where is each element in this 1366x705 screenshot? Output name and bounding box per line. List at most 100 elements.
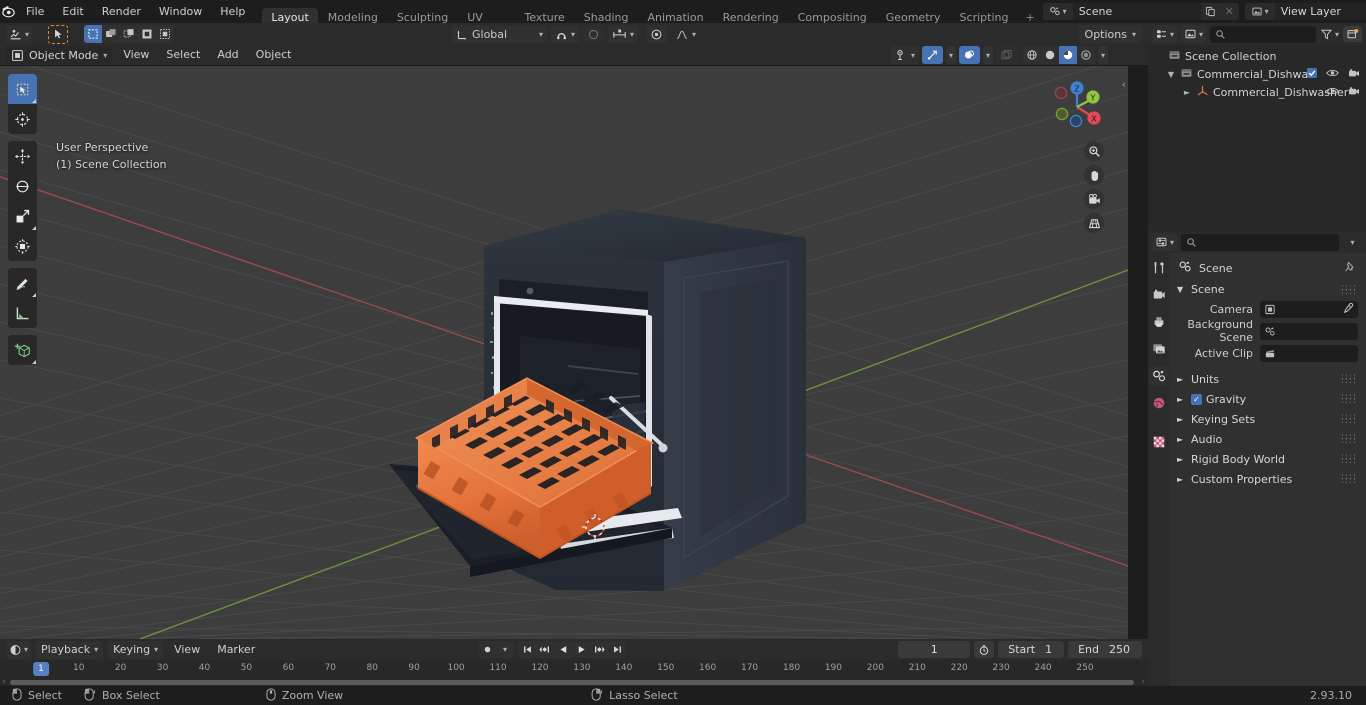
panel-header-gravity[interactable]: ► ✓ Gravity :::::::: <box>1174 389 1362 409</box>
tab-world-icon[interactable] <box>1149 394 1169 412</box>
timeline-editor-type-selector[interactable]: ▾ <box>6 640 32 659</box>
xray-toggle-button[interactable] <box>995 46 1017 64</box>
hand-icon[interactable] <box>1084 165 1104 185</box>
scene-name[interactable]: Scene <box>1072 3 1201 20</box>
view-layer-name[interactable]: View Layer <box>1274 3 1366 20</box>
viewport-menu-object[interactable]: Object <box>250 46 298 64</box>
delete-scene-button[interactable]: ✕ <box>1219 3 1239 20</box>
rotate-icon[interactable] <box>8 171 37 201</box>
proportional-falloff-button[interactable] <box>646 25 668 43</box>
sidebar-toggle-arrow[interactable]: ‹ <box>1122 78 1126 91</box>
outliner-row-commercial-dishwasher[interactable]: ► Commercial_Dishwasher <box>1148 83 1366 101</box>
jump-to-start-button[interactable] <box>518 641 536 658</box>
current-frame-field[interactable]: 1 <box>898 641 971 658</box>
overlays-toggle-button[interactable] <box>958 46 980 64</box>
gizmo-dropdown[interactable]: ▾ <box>945 46 956 64</box>
blender-logo-icon[interactable] <box>0 0 17 23</box>
viewport-menu-select[interactable]: Select <box>160 46 206 64</box>
end-frame-field[interactable]: End 250 <box>1068 641 1142 658</box>
use-preview-range-icon[interactable] <box>974 641 995 658</box>
disclosure-closed-icon[interactable]: ► <box>1182 88 1192 97</box>
auto-keyframe-icon[interactable] <box>478 641 496 658</box>
panel-header-units[interactable]: ► Units :::::::: <box>1174 369 1362 389</box>
playback-dropdown[interactable]: Playback ▾ <box>36 640 104 659</box>
outliner-search-input[interactable] <box>1210 25 1316 43</box>
menu-window[interactable]: Window <box>150 0 211 23</box>
start-frame-field[interactable]: Start 1 <box>998 641 1065 658</box>
editor-type-selector[interactable]: ▾ <box>6 25 33 43</box>
panel-header-keying-sets[interactable]: ► Keying Sets :::::::: <box>1174 409 1362 429</box>
proportional-editing-button[interactable] <box>583 25 605 43</box>
interaction-mode-dropdown[interactable]: Object Mode ▾ <box>6 46 113 64</box>
viewport-menu-add[interactable]: Add <box>211 46 244 64</box>
transform-orientation-dropdown[interactable]: Global ▾ <box>452 25 548 43</box>
timeline-scrollbar[interactable] <box>10 679 1134 685</box>
navigation-gizmo[interactable]: Z Y X <box>1046 76 1108 138</box>
disclosure-open-icon[interactable]: ▼ <box>1166 70 1176 79</box>
panel-header-rigid-body-world[interactable]: ► Rigid Body World :::::::: <box>1174 449 1362 469</box>
timeline-playhead[interactable]: 1 <box>33 662 49 676</box>
timeline-ruler[interactable]: 10 20 30 40 50 60 70 80 90 100 110 120 130 140 150 160 1… <box>0 660 1148 678</box>
snap-target-button[interactable]: ▾ <box>608 25 639 43</box>
snap-magnet-button[interactable]: ▾ <box>551 25 580 43</box>
select-invert-icon[interactable] <box>138 25 157 43</box>
next-keyframe-button[interactable] <box>590 641 608 658</box>
tab-tool-icon[interactable] <box>1149 259 1169 277</box>
keying-dropdown[interactable]: Keying ▾ <box>108 640 164 659</box>
outliner-row-commercial-dishwasher-asb[interactable]: ▼ Commercial_Dishwasher_Asb <box>1148 65 1366 83</box>
panel-header-custom-properties[interactable]: ► Custom Properties :::::::: <box>1174 469 1362 489</box>
panel-header-scene[interactable]: ▼ Scene :::::::: <box>1174 280 1362 299</box>
select-subtract-icon[interactable] <box>120 25 139 43</box>
gravity-checkbox[interactable]: ✓ <box>1191 393 1202 405</box>
view-layer-icon[interactable]: ▾ <box>1244 3 1275 20</box>
move-icon[interactable] <box>8 141 37 171</box>
background-scene-field[interactable] <box>1260 322 1358 340</box>
3d-viewport[interactable]: User Perspective (1) Scene Collection Z … <box>0 66 1128 639</box>
outliner-new-collection-icon[interactable] <box>1343 26 1362 42</box>
jump-to-end-button[interactable] <box>608 641 626 658</box>
tab-texture-icon[interactable] <box>1149 433 1169 451</box>
grid-ortho-icon[interactable] <box>1084 213 1104 233</box>
solid-shading-icon[interactable] <box>1040 46 1059 64</box>
falloff-curve-button[interactable]: ▾ <box>671 25 700 43</box>
properties-search-input[interactable] <box>1181 233 1339 251</box>
timeline-menu-view[interactable]: View <box>168 641 206 659</box>
scale-icon[interactable] <box>8 201 37 231</box>
camera-icon[interactable] <box>1084 189 1104 209</box>
panel-header-audio[interactable]: ► Audio :::::::: <box>1174 429 1362 449</box>
active-clip-field[interactable] <box>1260 344 1358 362</box>
tab-view-layer-icon[interactable] <box>1149 340 1169 358</box>
new-scene-button[interactable] <box>1200 3 1220 20</box>
tab-scene-icon[interactable] <box>1149 367 1169 385</box>
outliner-filter-icon[interactable]: ▾ <box>1320 28 1339 40</box>
eyedropper-icon[interactable] <box>1342 302 1354 317</box>
select-box-icon[interactable] <box>8 74 37 104</box>
view-layer-selector[interactable]: ▾ View Layer ✕ <box>1244 3 1366 20</box>
outliner-editor-type-selector[interactable]: ▾ <box>1152 25 1178 43</box>
menu-render[interactable]: Render <box>93 0 150 23</box>
scene-selector[interactable]: ▾ Scene ✕ <box>1042 3 1239 20</box>
menu-help[interactable]: Help <box>211 0 254 23</box>
camera-field[interactable] <box>1260 300 1358 318</box>
tab-render-icon[interactable] <box>1149 286 1169 304</box>
properties-editor-type-selector[interactable]: ▾ <box>1152 233 1178 251</box>
dishwasher-model[interactable] <box>0 66 1128 639</box>
menu-file[interactable]: File <box>17 0 53 23</box>
annotate-icon[interactable] <box>8 268 37 298</box>
active-tool-indicator[interactable] <box>48 24 69 44</box>
previous-keyframe-button[interactable] <box>536 641 554 658</box>
gizmo-toggle-button[interactable] <box>921 46 943 64</box>
auto-keying-dropdown[interactable]: ▾ <box>496 641 514 658</box>
camera-icon[interactable] <box>1348 68 1360 81</box>
rendered-shading-icon[interactable] <box>1076 46 1095 64</box>
play-reverse-button[interactable] <box>554 641 572 658</box>
viewport-menu-view[interactable]: View <box>117 46 155 64</box>
object-visibility-button[interactable]: ▾ <box>890 46 919 64</box>
measure-icon[interactable] <box>8 298 37 328</box>
add-cube-icon[interactable] <box>8 335 37 365</box>
eye-icon[interactable] <box>1326 68 1339 81</box>
eye-icon[interactable] <box>1326 86 1339 99</box>
wireframe-shading-icon[interactable] <box>1022 46 1041 64</box>
pin-icon[interactable] <box>1344 261 1356 276</box>
select-extend-icon[interactable] <box>102 25 121 43</box>
